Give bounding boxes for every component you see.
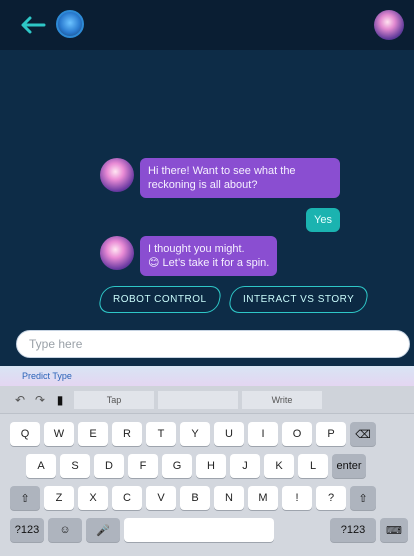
robot-control-button[interactable]: ROBOT CONTROL — [97, 286, 223, 313]
key-h[interactable]: H — [196, 454, 226, 478]
space-key[interactable] — [124, 518, 274, 542]
suggestion-item[interactable] — [158, 390, 238, 409]
suggestion-strip[interactable]: ↶ ↷ ▮ Tap Write — [0, 386, 414, 414]
key-s[interactable]: S — [60, 454, 90, 478]
key-u[interactable]: U — [214, 422, 244, 446]
keyboard-row: ⇧ Z X C V B N M ! ? ⇧ — [8, 486, 378, 510]
bot-message-bubble: Hi there! Want to see what the reckoning… — [140, 158, 340, 198]
key-question[interactable]: ? — [316, 486, 346, 510]
key-y[interactable]: Y — [180, 422, 210, 446]
key-c[interactable]: C — [112, 486, 142, 510]
back-button[interactable] — [18, 12, 48, 38]
quick-reply-label: INTERACT VS STORY — [242, 294, 354, 305]
key-i[interactable]: I — [248, 422, 278, 446]
key-b[interactable]: B — [180, 486, 210, 510]
key-t[interactable]: T — [146, 422, 176, 446]
shift-key[interactable]: ⇧ — [10, 486, 40, 510]
key-x[interactable]: X — [78, 486, 108, 510]
keyboard-hint-text: Predict Type — [22, 371, 72, 381]
undo-icon[interactable]: ↶ — [10, 393, 30, 407]
enter-key[interactable]: enter — [332, 454, 366, 478]
robot-logo-icon — [56, 10, 84, 38]
mic-key[interactable]: 🎤 — [86, 518, 120, 542]
key-j[interactable]: J — [230, 454, 260, 478]
keyboard-hint: Predict Type — [0, 366, 414, 386]
symbols-key[interactable]: ?123 — [10, 518, 44, 542]
profile-avatar-icon[interactable] — [374, 10, 404, 40]
key-exclamation[interactable]: ! — [282, 486, 312, 510]
keyboard-hide-key[interactable]: ⌨ — [380, 518, 408, 542]
key-v[interactable]: V — [146, 486, 176, 510]
backspace-key[interactable]: ⌫ — [350, 422, 376, 446]
bot-message-row: Hi there! Want to see what the reckoning… — [100, 158, 340, 198]
keyboard-row: ?123 ☺ 🎤 ?123 ⌨ — [8, 518, 410, 542]
arrow-left-icon — [21, 16, 46, 34]
bot-message-bubble: I thought you might. 😊 Let’s take it for… — [140, 236, 278, 276]
key-g[interactable]: G — [162, 454, 192, 478]
quick-replies: ROBOT CONTROL INTERACT VS STORY — [97, 286, 370, 313]
key-q[interactable]: Q — [10, 422, 40, 446]
key-k[interactable]: K — [264, 454, 294, 478]
key-f[interactable]: F — [128, 454, 158, 478]
key-n[interactable]: N — [214, 486, 244, 510]
onscreen-keyboard[interactable]: Predict Type ↶ ↷ ▮ Tap Write Q W E R T Y… — [0, 366, 414, 556]
key-a[interactable]: A — [26, 454, 56, 478]
key-e[interactable]: E — [78, 422, 108, 446]
suggestion-item[interactable]: Write — [242, 390, 322, 409]
clipboard-icon[interactable]: ▮ — [50, 393, 70, 407]
user-message-bubble: Yes — [306, 208, 340, 232]
key-z[interactable]: Z — [44, 486, 74, 510]
interact-vs-story-button[interactable]: INTERACT VS STORY — [226, 286, 370, 313]
shift-key[interactable]: ⇧ — [350, 486, 376, 510]
bot-avatar — [100, 236, 134, 270]
keyboard-row: Q W E R T Y U I O P ⌫ — [8, 422, 378, 446]
chat-area[interactable]: Hi there! Want to see what the reckoning… — [0, 50, 414, 330]
message-input-container[interactable] — [16, 330, 410, 358]
keyboard-row: A S D F G H J K L enter — [24, 454, 368, 478]
suggestion-item[interactable]: Tap — [74, 390, 154, 409]
redo-icon[interactable]: ↷ — [30, 393, 50, 407]
key-d[interactable]: D — [94, 454, 124, 478]
app-header — [0, 0, 414, 50]
bot-avatar — [100, 158, 134, 192]
key-w[interactable]: W — [44, 422, 74, 446]
emoji-key[interactable]: ☺ — [48, 518, 82, 542]
key-l[interactable]: L — [298, 454, 328, 478]
key-r[interactable]: R — [112, 422, 142, 446]
quick-reply-label: ROBOT CONTROL — [113, 294, 207, 305]
key-p[interactable]: P — [316, 422, 346, 446]
key-m[interactable]: M — [248, 486, 278, 510]
bot-message-row: I thought you might. 😊 Let’s take it for… — [100, 236, 278, 276]
message-input[interactable] — [29, 337, 397, 351]
symbols-key-right[interactable]: ?123 — [330, 518, 376, 542]
key-o[interactable]: O — [282, 422, 312, 446]
